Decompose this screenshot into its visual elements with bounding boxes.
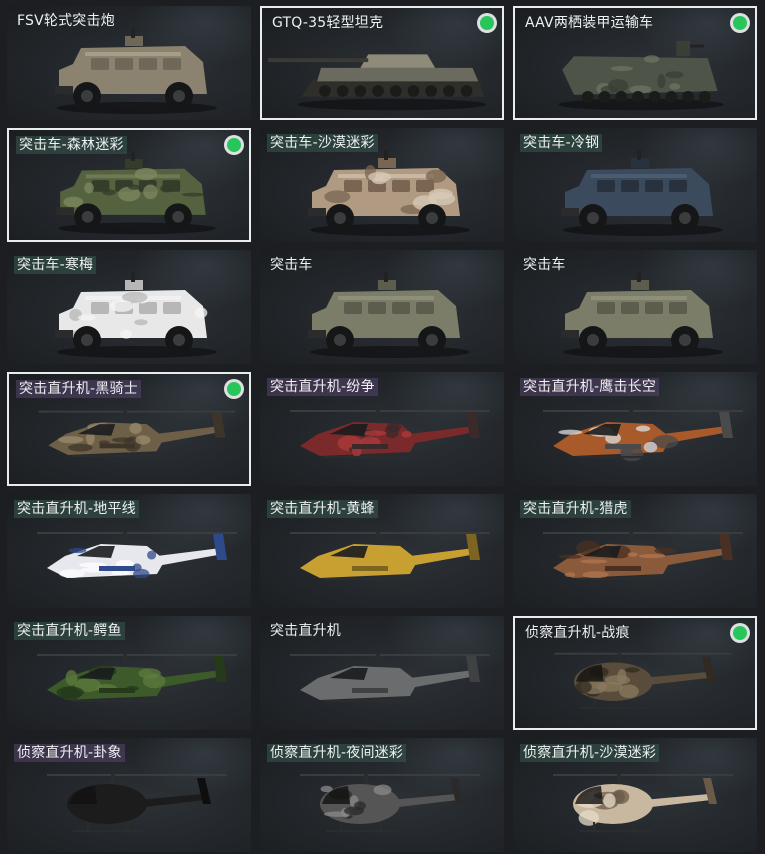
vehicle-card[interactable]: 突击直升机 [260, 616, 504, 730]
vehicle-name-label: 突击直升机-地平线 [14, 500, 139, 518]
vehicle-card[interactable]: 突击直升机-猎虎 [513, 494, 757, 608]
vehicle-name-label: 突击直升机 [270, 623, 341, 639]
vehicle-name-label: FSV轮式突击炮 [17, 13, 115, 29]
vehicle-card[interactable]: 突击车-冷钢 [513, 128, 757, 242]
vehicle-card[interactable]: 侦察直升机-沙漠迷彩 [513, 738, 757, 852]
vehicle-card[interactable]: 突击车-森林迷彩 [7, 128, 251, 242]
vehicle-name-label: 突击直升机-纷争 [267, 378, 378, 396]
vehicle-name-label: 侦察直升机-沙漠迷彩 [520, 744, 660, 762]
vehicle-card[interactable]: GTQ-35轻型坦克 [260, 6, 504, 120]
vehicle-name-label: GTQ-35轻型坦克 [272, 15, 384, 31]
equipped-indicator-icon [480, 16, 494, 30]
vehicle-name-label: 突击直升机-鳄鱼 [14, 622, 125, 640]
vehicle-name-label: 侦察直升机-战痕 [525, 625, 630, 641]
equipped-indicator-icon [227, 382, 241, 396]
vehicle-card[interactable]: 突击车-寒梅 [7, 250, 251, 364]
vehicle-card[interactable]: 突击直升机-鳄鱼 [7, 616, 251, 730]
vehicle-name-label: 突击直升机-黑骑士 [16, 380, 141, 398]
equipped-indicator-icon [733, 626, 747, 640]
equipped-indicator-icon [227, 138, 241, 152]
vehicle-name-label: 突击直升机-猎虎 [520, 500, 631, 518]
vehicle-card[interactable]: 突击直升机-纷争 [260, 372, 504, 486]
vehicle-card[interactable]: 突击车 [260, 250, 504, 364]
vehicle-card[interactable]: 侦察直升机-夜间迷彩 [260, 738, 504, 852]
vehicle-name-label: 突击直升机-黄蜂 [267, 500, 378, 518]
vehicle-card[interactable]: FSV轮式突击炮 [7, 6, 251, 120]
vehicle-card[interactable]: AAV两栖装甲运输车 [513, 6, 757, 120]
vehicle-name-label: 突击车 [523, 257, 566, 273]
vehicle-card[interactable]: 突击直升机-地平线 [7, 494, 251, 608]
vehicle-card[interactable]: 突击车-沙漠迷彩 [260, 128, 504, 242]
vehicle-name-label: 突击车-森林迷彩 [16, 136, 127, 154]
vehicle-skin-grid: FSV轮式突击炮 GTQ-35轻型坦克 AAV两栖装甲运输车 突击车-森林迷彩 突击车-… [0, 0, 765, 854]
vehicle-name-label: AAV两栖装甲运输车 [525, 15, 654, 31]
vehicle-name-label: 突击车-冷钢 [520, 134, 603, 152]
vehicle-name-label: 侦察直升机-卦象 [14, 744, 125, 762]
vehicle-card[interactable]: 突击直升机-黄蜂 [260, 494, 504, 608]
vehicle-name-label: 突击车-沙漠迷彩 [267, 134, 378, 152]
vehicle-name-label: 侦察直升机-夜间迷彩 [267, 744, 407, 762]
vehicle-name-label: 突击车 [270, 257, 313, 273]
vehicle-name-label: 突击车-寒梅 [14, 256, 97, 274]
vehicle-name-label: 突击直升机-鹰击长空 [520, 378, 660, 396]
vehicle-card[interactable]: 突击直升机-黑骑士 [7, 372, 251, 486]
vehicle-card[interactable]: 侦察直升机-战痕 [513, 616, 757, 730]
vehicle-card[interactable]: 侦察直升机-卦象 [7, 738, 251, 852]
vehicle-card[interactable]: 突击车 [513, 250, 757, 364]
equipped-indicator-icon [733, 16, 747, 30]
vehicle-card[interactable]: 突击直升机-鹰击长空 [513, 372, 757, 486]
